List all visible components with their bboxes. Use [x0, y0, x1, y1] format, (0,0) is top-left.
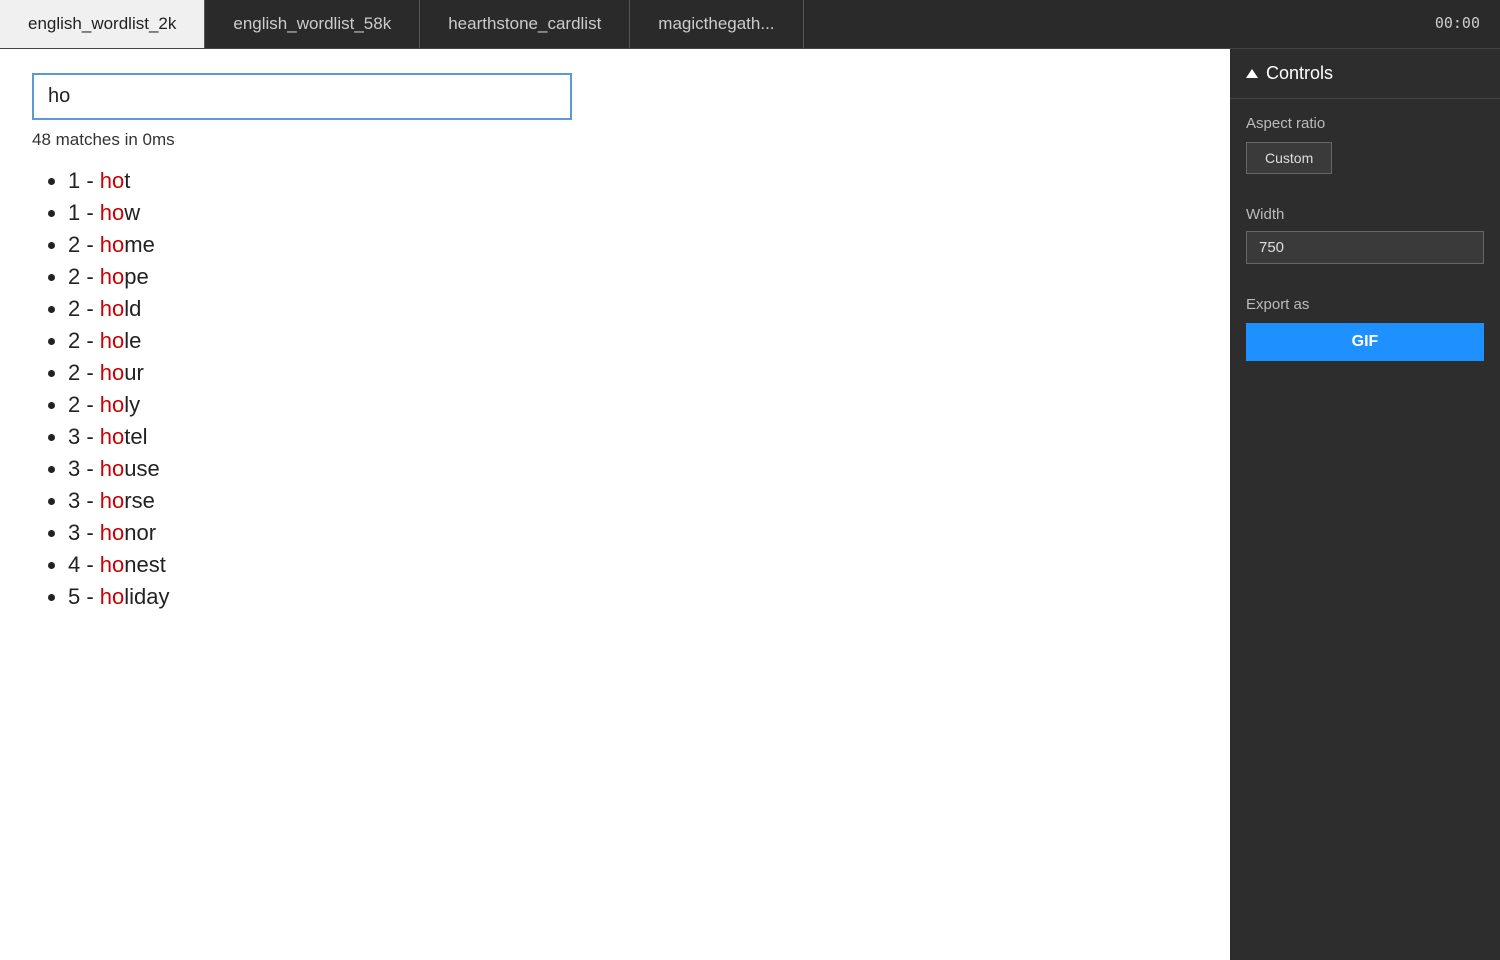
match-highlight: ho: [100, 392, 124, 417]
aspect-ratio-section: Aspect ratio Custom: [1230, 99, 1500, 206]
tab-hearthstone[interactable]: hearthstone_cardlist: [420, 0, 630, 48]
match-highlight: ho: [100, 264, 124, 289]
match-number: 1 -: [68, 168, 100, 193]
timer-display: 00:00: [1415, 0, 1500, 48]
match-rest: ur: [124, 360, 144, 385]
match-highlight: ho: [100, 456, 124, 481]
match-number: 3 -: [68, 424, 100, 449]
width-label: Width: [1246, 206, 1484, 223]
match-number: 3 -: [68, 520, 100, 545]
match-rest: liday: [124, 584, 169, 609]
match-rest: pe: [124, 264, 148, 289]
list-item: 4 - honest: [68, 552, 1198, 578]
export-label: Export as: [1246, 296, 1484, 313]
list-item: 3 - honor: [68, 520, 1198, 546]
custom-button[interactable]: Custom: [1246, 142, 1332, 174]
match-highlight: ho: [100, 424, 124, 449]
match-highlight: ho: [100, 488, 124, 513]
list-item: 3 - horse: [68, 488, 1198, 514]
list-item: 1 - how: [68, 200, 1198, 226]
match-highlight: ho: [100, 520, 124, 545]
main-layout: 48 matches in 0ms 1 - hot1 - how2 - home…: [0, 49, 1500, 960]
match-highlight: ho: [100, 552, 124, 577]
aspect-ratio-label: Aspect ratio: [1246, 115, 1484, 132]
right-panel: Controls Aspect ratio Custom Width Expor…: [1230, 49, 1500, 960]
list-item: 3 - house: [68, 456, 1198, 482]
match-number: 2 -: [68, 392, 100, 417]
tab-bar: english_wordlist_2k english_wordlist_58k…: [0, 0, 1500, 49]
tab-wordlist-58k[interactable]: english_wordlist_58k: [205, 0, 420, 48]
content-area: 48 matches in 0ms 1 - hot1 - how2 - home…: [0, 49, 1230, 960]
match-number: 2 -: [68, 328, 100, 353]
match-rest: t: [124, 168, 130, 193]
list-item: 2 - hold: [68, 296, 1198, 322]
list-item: 1 - hot: [68, 168, 1198, 194]
match-highlight: ho: [100, 328, 124, 353]
tab-magic[interactable]: magicthegath...: [630, 0, 803, 48]
match-highlight: ho: [100, 296, 124, 321]
list-item: 5 - holiday: [68, 584, 1198, 610]
match-highlight: ho: [100, 168, 124, 193]
list-item: 2 - holy: [68, 392, 1198, 418]
match-number: 4 -: [68, 552, 100, 577]
match-number: 2 -: [68, 264, 100, 289]
match-highlight: ho: [100, 200, 124, 225]
match-rest: use: [124, 456, 159, 481]
match-number: 3 -: [68, 488, 100, 513]
match-number: 5 -: [68, 584, 100, 609]
controls-title: Controls: [1266, 63, 1333, 84]
match-highlight: ho: [100, 360, 124, 385]
controls-header: Controls: [1230, 49, 1500, 99]
export-section: Export as GIF: [1230, 280, 1500, 377]
match-count: 48 matches in 0ms: [32, 130, 1198, 150]
match-rest: rse: [124, 488, 155, 513]
match-number: 3 -: [68, 456, 100, 481]
match-number: 2 -: [68, 360, 100, 385]
list-item: 2 - hole: [68, 328, 1198, 354]
list-item: 3 - hotel: [68, 424, 1198, 450]
list-item: 2 - hour: [68, 360, 1198, 386]
match-number: 2 -: [68, 232, 100, 257]
match-rest: nor: [124, 520, 156, 545]
match-rest: le: [124, 328, 141, 353]
list-item: 2 - hope: [68, 264, 1198, 290]
match-rest: ld: [124, 296, 141, 321]
gif-button[interactable]: GIF: [1246, 323, 1484, 361]
match-rest: tel: [124, 424, 147, 449]
width-input[interactable]: [1246, 231, 1484, 264]
width-section: Width: [1230, 206, 1500, 280]
collapse-icon[interactable]: [1246, 69, 1258, 78]
match-rest: w: [124, 200, 140, 225]
match-number: 1 -: [68, 200, 100, 225]
match-highlight: ho: [100, 584, 124, 609]
match-rest: nest: [124, 552, 166, 577]
match-highlight: ho: [100, 232, 124, 257]
list-item: 2 - home: [68, 232, 1198, 258]
match-rest: me: [124, 232, 155, 257]
match-rest: ly: [124, 392, 140, 417]
match-number: 2 -: [68, 296, 100, 321]
search-input[interactable]: [32, 73, 572, 120]
results-list: 1 - hot1 - how2 - home2 - hope2 - hold2 …: [32, 168, 1198, 610]
tab-wordlist-2k[interactable]: english_wordlist_2k: [0, 0, 205, 48]
